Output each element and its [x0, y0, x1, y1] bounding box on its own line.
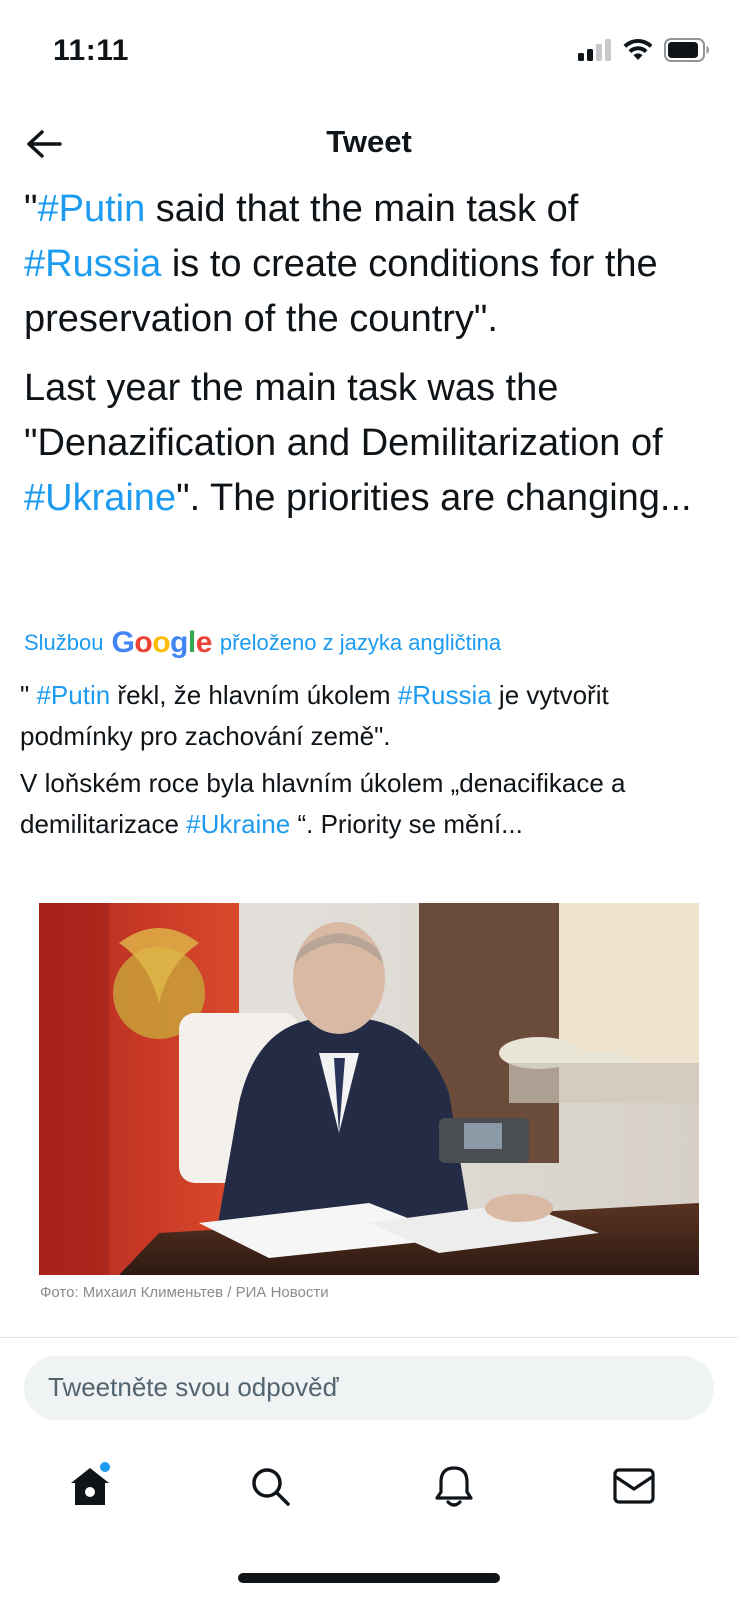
text-segment: “. Priority se mění...: [290, 809, 523, 839]
text-segment: Last year the main task was the "Denazif…: [24, 367, 663, 464]
status-icons: [578, 38, 710, 67]
hashtag-ukraine[interactable]: #Ukraine: [186, 809, 290, 839]
translated-by-prefix: Službou: [24, 630, 104, 655]
text-segment: řekl, že hlavním úkolem: [110, 680, 398, 710]
translation-paragraph-1: " #Putin řekl, že hlavním úkolem #Russia…: [20, 675, 725, 757]
text-segment: said that the main task of: [145, 188, 579, 230]
quote-mark: ": [20, 680, 37, 710]
tab-messages[interactable]: [604, 1458, 664, 1518]
quote-mark: ": [24, 188, 38, 230]
hashtag-russia[interactable]: #Russia: [24, 243, 161, 285]
hashtag-russia[interactable]: #Russia: [398, 680, 492, 710]
translated-by-suffix: přeloženo z jazyka angličtina: [219, 630, 502, 655]
home-notification-dot: [98, 1460, 112, 1474]
divider: [0, 1337, 738, 1338]
tab-bar: [0, 1450, 738, 1520]
tweet-paragraph-1: "#Putin said that the main task of #Russ…: [24, 182, 724, 347]
google-logo: Google: [111, 626, 213, 659]
hashtag-ukraine[interactable]: #Ukraine: [24, 477, 176, 519]
tweet-photo[interactable]: [39, 903, 699, 1275]
translated-text: " #Putin řekl, že hlavním úkolem #Russia…: [20, 675, 725, 845]
tab-search[interactable]: [240, 1458, 300, 1518]
status-time: 11:11: [53, 34, 129, 67]
battery-icon: [664, 38, 710, 67]
tab-home[interactable]: [60, 1458, 120, 1518]
mail-icon: [612, 1467, 656, 1510]
tweet-text: "#Putin said that the main task of #Russ…: [24, 182, 724, 526]
bell-icon: [434, 1464, 474, 1513]
tweet-paragraph-2: Last year the main task was the "Denazif…: [24, 361, 724, 526]
page-title: Tweet: [326, 124, 412, 159]
home-indicator: [238, 1573, 500, 1583]
hashtag-putin[interactable]: #Putin: [38, 188, 146, 230]
reply-input[interactable]: Tweetněte svou odpověď: [24, 1356, 714, 1420]
photo-caption: Фото: Михаил Клименьтев / РИА Новости: [40, 1284, 329, 1301]
translation-paragraph-2: V loňském roce byla hlavním úkolem „dena…: [20, 763, 725, 845]
search-icon: [249, 1465, 291, 1512]
nav-bar: Tweet: [0, 110, 738, 185]
wifi-icon: [622, 38, 654, 67]
tab-notifications[interactable]: [424, 1458, 484, 1518]
hashtag-putin[interactable]: #Putin: [36, 680, 110, 710]
reply-placeholder: Tweetněte svou odpověď: [48, 1372, 339, 1402]
text-segment: ". The priorities are changing...: [176, 477, 692, 519]
status-bar: 11:11: [0, 0, 738, 110]
translated-by-google[interactable]: Službou Google přeloženo z jazyka anglič…: [24, 626, 501, 660]
signal-icon: [578, 39, 612, 66]
